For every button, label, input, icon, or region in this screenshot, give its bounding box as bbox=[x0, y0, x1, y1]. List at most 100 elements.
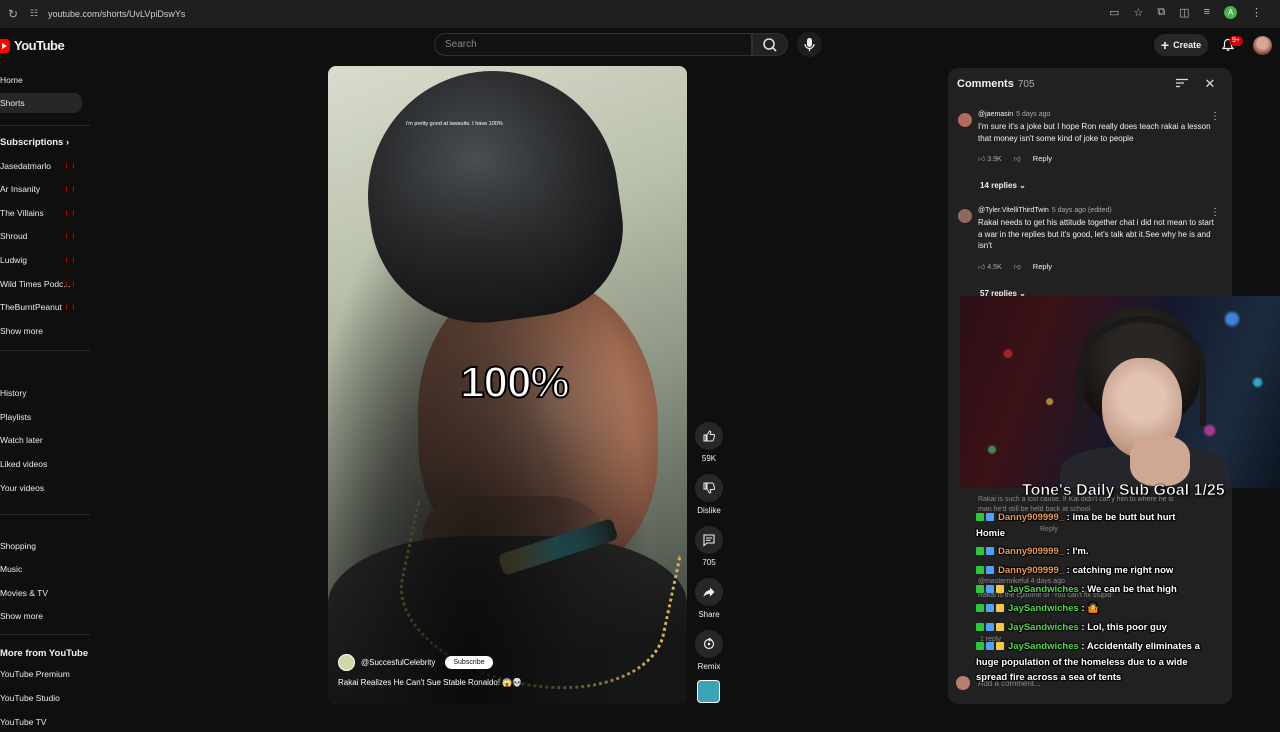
comment-like-button[interactable]: 👍︎ 4.5K bbox=[978, 262, 1002, 271]
sidebar-item-movies-tv[interactable]: Movies & TV bbox=[0, 583, 82, 603]
sidebar-item-youtube-studio[interactable]: YouTube Studio bbox=[0, 688, 82, 708]
chat-badge-icon bbox=[986, 513, 994, 522]
search-icon bbox=[763, 38, 777, 52]
sidebar-sub-item[interactable]: Ludwig bbox=[0, 250, 82, 270]
dislike-label: Dislike bbox=[697, 506, 721, 515]
subscriptions-heading[interactable]: Subscriptions › bbox=[0, 137, 69, 148]
chat-badge-icon bbox=[976, 513, 984, 522]
sidebar-item-your-videos[interactable]: Your videos bbox=[0, 478, 82, 498]
extension-icon[interactable]: ≡ bbox=[1204, 6, 1210, 19]
search-input[interactable] bbox=[435, 34, 751, 55]
like-button[interactable]: 59K bbox=[692, 422, 726, 463]
chat-badge-icon bbox=[986, 604, 994, 613]
comment-text: Rakai needs to get his attitude together… bbox=[978, 218, 1214, 250]
sidebar-sub-item[interactable]: Shroud bbox=[0, 226, 82, 246]
youtube-logo[interactable]: YouTube bbox=[0, 38, 65, 53]
chat-message: Danny909999_ : I'm. bbox=[976, 546, 1088, 557]
sidepanel-icon[interactable]: ◫ bbox=[1179, 6, 1189, 19]
comments-count: 705 bbox=[702, 558, 716, 567]
comment-author-avatar[interactable] bbox=[958, 113, 972, 127]
comments-title: Comments 705 bbox=[957, 78, 1035, 90]
sidebar-item-youtube-tv[interactable]: YouTube TV bbox=[0, 712, 82, 732]
sound-thumbnail[interactable] bbox=[697, 680, 720, 703]
site-info-icon[interactable]: ☷ bbox=[30, 8, 40, 18]
create-button[interactable]: + Create bbox=[1154, 34, 1208, 56]
comment-dislike-icon[interactable]: 👎︎ bbox=[1014, 154, 1021, 163]
comments-button[interactable]: 705 bbox=[692, 526, 726, 567]
browser-profile-avatar[interactable]: A bbox=[1224, 6, 1237, 19]
comment-like-button[interactable]: 👍︎ 3.9K bbox=[978, 154, 1002, 163]
browser-url-bar: ↻ ☷ youtube.com/shorts/UvLVpiDswYs ▭ ☆ ⧉… bbox=[0, 0, 1280, 28]
comment-author-avatar[interactable] bbox=[958, 209, 972, 223]
sidebar-item-music[interactable]: Music bbox=[0, 559, 82, 579]
browser-toolbar-icons: ▭ ☆ ⧉ ◫ ≡ A ⋮ bbox=[1109, 6, 1262, 19]
sidebar-show-more[interactable]: Show more bbox=[0, 606, 82, 626]
sidebar-item-shopping[interactable]: Shopping bbox=[0, 536, 82, 556]
reply-button[interactable]: Reply bbox=[1033, 154, 1052, 163]
sidebar-item-home[interactable]: Home bbox=[0, 70, 82, 90]
sub-goal-text: Tone's Daily Sub Goal 1/25 bbox=[1022, 482, 1225, 500]
chat-badge-icon bbox=[976, 585, 984, 594]
address-text[interactable]: youtube.com/shorts/UvLVpiDswYs bbox=[48, 9, 185, 19]
bookmark-star-icon[interactable]: ☆ bbox=[1133, 6, 1143, 19]
chat-message: JaySandwiches : Lol, this poor guy bbox=[976, 622, 1167, 633]
video-title: Rakai Realizes He Can't Sue Stable Ronal… bbox=[338, 678, 523, 687]
sidebar-sub-item[interactable]: Jasedatmarlo bbox=[0, 156, 82, 176]
sidebar-sub-item[interactable]: The Villains bbox=[0, 203, 82, 223]
remix-button[interactable]: Remix bbox=[692, 630, 726, 671]
sidebar-divider bbox=[0, 350, 90, 351]
sidebar-show-more[interactable]: Show more bbox=[0, 321, 82, 341]
share-button[interactable]: Share bbox=[692, 578, 726, 619]
streamer-webcam-overlay bbox=[960, 296, 1280, 488]
comment-author[interactable]: @jaemasin bbox=[978, 111, 1013, 118]
sidebar-item-watch-later[interactable]: Watch later bbox=[0, 430, 82, 450]
live-icon bbox=[66, 163, 74, 169]
search-button[interactable] bbox=[752, 33, 788, 56]
sidebar-item-history[interactable]: History bbox=[0, 383, 82, 403]
sidebar-sub-item[interactable]: Ar Insanity bbox=[0, 179, 82, 199]
chat-badge-icon bbox=[996, 585, 1004, 594]
chat-message: JaySandwiches : We can be that high bbox=[976, 584, 1177, 595]
video-subtitle: i'm pretty good at lawsuits. I have 100% bbox=[406, 121, 503, 127]
reload-icon[interactable]: ↻ bbox=[4, 7, 22, 21]
video-caption-overlay: 100% bbox=[459, 357, 571, 408]
account-avatar[interactable] bbox=[1253, 36, 1272, 55]
dislike-button[interactable]: Dislike bbox=[692, 474, 726, 515]
chat-badge-icon bbox=[986, 642, 994, 651]
chat-badge-icon bbox=[996, 642, 1004, 651]
live-icon bbox=[66, 186, 74, 192]
chat-badge-icon bbox=[976, 547, 984, 556]
sidebar-item-liked-videos[interactable]: Liked videos bbox=[0, 454, 82, 474]
chat-message: Danny909999_ : catching me right now bbox=[976, 565, 1173, 576]
share-icon bbox=[703, 587, 715, 597]
extensions-icon[interactable]: ⧉ bbox=[1157, 6, 1165, 19]
sidebar-item-shorts[interactable]: Shorts bbox=[0, 93, 82, 113]
sidebar-item-youtube-premium[interactable]: YouTube Premium bbox=[0, 664, 82, 684]
channel-name[interactable]: @SuccesfulCelebrity bbox=[361, 658, 435, 667]
view-replies-button[interactable]: 14 replies ⌄ bbox=[980, 181, 1026, 190]
chat-badge-icon bbox=[986, 623, 994, 632]
shorts-video-player[interactable]: i'm pretty good at lawsuits. I have 100%… bbox=[328, 66, 687, 704]
sidebar-sub-item[interactable]: Wild Times Podc... bbox=[0, 274, 82, 294]
chat-badge-icon bbox=[996, 604, 1004, 613]
sidebar-item-playlists[interactable]: Playlists bbox=[0, 407, 82, 427]
comment-author[interactable]: @Tyler.VitelliThirdTwin bbox=[978, 207, 1049, 214]
user-avatar bbox=[956, 676, 970, 690]
sidebar-divider bbox=[0, 634, 90, 635]
install-app-icon[interactable]: ▭ bbox=[1109, 6, 1119, 19]
sort-icon[interactable] bbox=[1176, 78, 1188, 88]
browser-menu-icon[interactable]: ⋮ bbox=[1251, 6, 1262, 19]
sidebar-sub-item[interactable]: TheBurntPeanut bbox=[0, 297, 82, 317]
reply-button[interactable]: Reply bbox=[1033, 262, 1052, 271]
close-icon[interactable]: ✕ bbox=[1202, 76, 1218, 92]
channel-avatar[interactable] bbox=[338, 654, 355, 671]
voice-search-button[interactable] bbox=[797, 32, 822, 57]
comment-dislike-icon[interactable]: 👎︎ bbox=[1014, 262, 1021, 271]
headset-icon bbox=[1078, 316, 1206, 426]
comment-time: 5 days ago (edited) bbox=[1051, 207, 1112, 214]
sidebar-divider bbox=[0, 125, 90, 126]
thumbs-up-icon bbox=[703, 430, 716, 442]
comment-item: @jaemasin 5 days ago ⋮ I'm sure it's a jo… bbox=[956, 111, 1226, 191]
plus-icon: + bbox=[1160, 37, 1170, 53]
subscribe-button[interactable]: Subscribe bbox=[445, 656, 493, 669]
